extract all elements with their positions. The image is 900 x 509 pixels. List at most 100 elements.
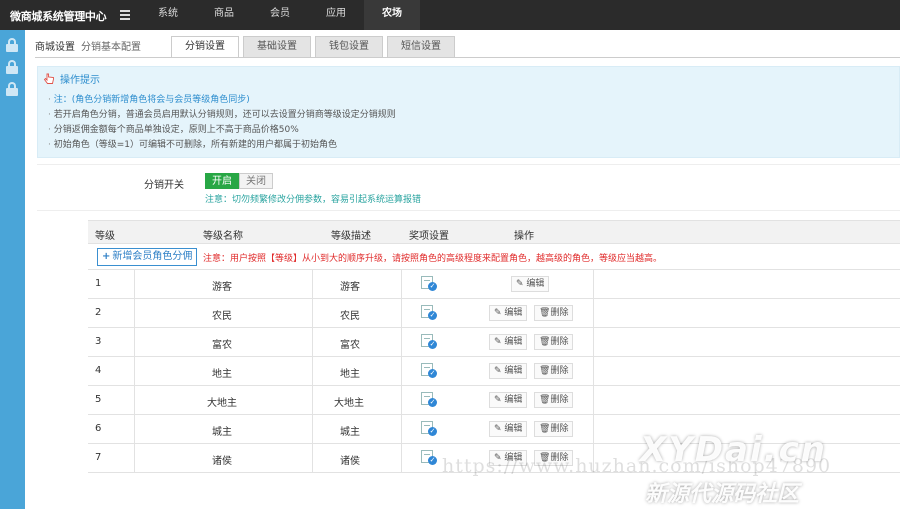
cell-divider — [134, 386, 135, 415]
hand-pointer-icon — [43, 73, 54, 84]
brand-watermark: XYDai.cn — [640, 430, 827, 470]
name-cell: 农民 — [212, 311, 232, 322]
delete-button[interactable]: 🗑删除 — [534, 363, 574, 379]
cell-divider — [312, 415, 313, 444]
brand-cn-watermark: 新源代源码社区 — [645, 482, 800, 507]
edit-button[interactable]: ✎ 编辑 — [489, 334, 528, 350]
lock-icon[interactable] — [5, 82, 19, 96]
switch-warning: 注意：切勿频繁修改分佣参数，容易引起系统运算报错 — [205, 195, 422, 205]
delete-button[interactable]: 🗑删除 — [534, 392, 574, 408]
delete-button[interactable]: 🗑删除 — [534, 305, 574, 321]
cell-divider — [593, 415, 594, 444]
distribution-switch-label: 分销开关 — [144, 180, 184, 191]
breadcrumb-section: 商城设置 — [35, 42, 75, 53]
edit-button[interactable]: ✎ 编辑 — [489, 305, 528, 321]
top-nav-item[interactable]: 商品 — [196, 0, 252, 30]
divider — [37, 164, 900, 165]
switch-on-button[interactable]: 开启 — [205, 173, 239, 189]
trash-icon: 🗑 — [539, 308, 551, 318]
edit-label: 编辑 — [504, 308, 523, 318]
top-nav-item[interactable]: 农场 — [364, 0, 420, 30]
trash-icon: 🗑 — [539, 395, 551, 405]
delete-label: 删除 — [550, 395, 569, 405]
cell-divider — [312, 357, 313, 386]
delete-label: 删除 — [550, 424, 569, 434]
prize-settings-icon[interactable]: ✓ — [421, 276, 438, 291]
prize-settings-icon[interactable]: ✓ — [421, 450, 438, 465]
tab-item[interactable]: 钱包设置 — [315, 36, 383, 57]
desc-cell: 地主 — [340, 369, 360, 380]
edit-icon: ✎ — [494, 366, 502, 376]
level-cell: 6 — [95, 423, 102, 434]
edit-button[interactable]: ✎ 编辑 — [489, 421, 528, 437]
trash-icon: 🗑 — [539, 366, 551, 376]
cell-divider — [134, 328, 135, 357]
desc-cell: 诸侯 — [340, 456, 360, 467]
prize-settings-icon[interactable]: ✓ — [421, 363, 438, 378]
tip-item: 分销返佣金额每个商品单独设定，原则上不高于商品价格50% — [48, 123, 396, 138]
cell-divider — [401, 415, 402, 444]
trash-icon: 🗑 — [539, 337, 551, 347]
divider — [37, 210, 900, 211]
top-nav-item[interactable]: 应用 — [308, 0, 364, 30]
lock-icon[interactable] — [5, 60, 19, 74]
cell-divider — [401, 328, 402, 357]
add-role-button[interactable]: + 新增会员角色分佣 — [97, 248, 198, 266]
prize-settings-icon[interactable]: ✓ — [421, 305, 438, 320]
col-level: 等级 — [95, 231, 115, 242]
edit-button[interactable]: ✎ 编辑 — [489, 363, 528, 379]
tab-item[interactable]: 基础设置 — [243, 36, 311, 57]
edit-label: 编辑 — [504, 424, 523, 434]
tab-item[interactable]: 短信设置 — [387, 36, 455, 57]
table-header: 等级 等级名称 等级描述 奖项设置 操作 — [88, 220, 900, 244]
cell-divider — [312, 444, 313, 473]
delete-button[interactable]: 🗑删除 — [534, 421, 574, 437]
top-nav-item[interactable]: 会员 — [252, 0, 308, 30]
tips-list: 注：(角色分销新增角色将会与会员等级角色同步)若开启角色分销，普通会员启用默认分… — [48, 93, 396, 153]
prize-settings-icon[interactable]: ✓ — [421, 392, 438, 407]
cell-divider — [401, 299, 402, 328]
menu-toggle-icon[interactable] — [120, 10, 134, 22]
edit-button[interactable]: ✎ 编辑 — [489, 392, 528, 408]
edit-button[interactable]: ✎ 编辑 — [511, 276, 550, 292]
prize-settings-icon[interactable]: ✓ — [421, 334, 438, 349]
add-row: + 新增会员角色分佣 注意：用户按照【等级】从小到大的顺序升级，请按照角色的高级程… — [88, 244, 900, 270]
tab-item[interactable]: 分销设置 — [171, 36, 239, 58]
lock-icon[interactable] — [5, 38, 19, 52]
name-cell: 大地主 — [207, 398, 237, 409]
cell-divider — [401, 357, 402, 386]
cell-divider — [134, 444, 135, 473]
col-name: 等级名称 — [203, 231, 243, 242]
delete-label: 删除 — [550, 308, 569, 318]
delete-button[interactable]: 🗑删除 — [534, 334, 574, 350]
cell-divider — [593, 328, 594, 357]
cell-divider — [401, 270, 402, 299]
desc-cell: 富农 — [340, 340, 360, 351]
table-row: 5 大地主 大地主 ✓ ✎ 编辑 🗑删除 — [88, 386, 900, 415]
tab-divider — [35, 57, 900, 58]
level-cell: 2 — [95, 307, 102, 318]
level-order-warning: 注意：用户按照【等级】从小到大的顺序升级，请按照角色的高级程度来配置角色，越高级… — [203, 254, 663, 264]
edit-label: 编辑 — [504, 395, 523, 405]
desc-cell: 大地主 — [334, 398, 364, 409]
cell-divider — [134, 299, 135, 328]
top-nav-item[interactable]: 系统 — [140, 0, 196, 30]
col-prize: 奖项设置 — [409, 231, 449, 242]
tip-item: 初始角色（等级=1）可编辑不可删除，所有新建的用户都属于初始角色 — [48, 138, 396, 153]
cell-divider — [134, 357, 135, 386]
level-cell: 1 — [95, 278, 102, 289]
edit-label: 编辑 — [504, 337, 523, 347]
cell-divider — [312, 299, 313, 328]
tip-item: 若开启角色分销，普通会员启用默认分销规则，还可以去设置分销商等级设定分销规则 — [48, 108, 396, 123]
add-role-label: 新增会员角色分佣 — [112, 251, 193, 262]
switch-off-button[interactable]: 关闭 — [239, 173, 273, 189]
tips-header: 操作提示 — [43, 71, 100, 86]
distribution-switch[interactable]: 开启 关闭 — [205, 173, 273, 189]
desc-cell: 农民 — [340, 311, 360, 322]
name-cell: 诸侯 — [212, 456, 232, 467]
cell-divider — [593, 386, 594, 415]
level-cell: 7 — [95, 452, 102, 463]
cell-divider — [134, 270, 135, 299]
col-ops: 操作 — [514, 231, 534, 242]
prize-settings-icon[interactable]: ✓ — [421, 421, 438, 436]
